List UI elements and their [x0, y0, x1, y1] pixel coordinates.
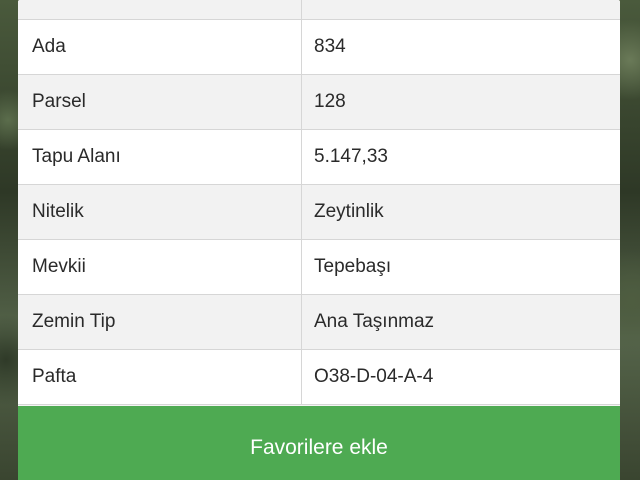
- table-row: Zemin Tip Ana Taşınmaz: [18, 295, 620, 350]
- table-row: Tapu Alanı 5.147,33: [18, 130, 620, 185]
- row-label: Tapu Alanı: [18, 130, 302, 184]
- row-label: Mahalle No: [18, 0, 302, 19]
- parcel-details-table: Mahalle No 205524 Ada 834 Parsel 128 Tap…: [18, 0, 620, 405]
- row-value: 128: [314, 91, 346, 112]
- table-row: Pafta O38-D-04-A-4: [18, 350, 620, 405]
- parcel-details-sheet: Mahalle No 205524 Ada 834 Parsel 128 Tap…: [18, 0, 620, 480]
- table-row: Mahalle No 205524: [18, 0, 620, 20]
- row-label: Ada: [18, 20, 302, 74]
- row-value: Zeytinlik: [314, 201, 384, 222]
- row-value: Tepebaşı: [314, 256, 392, 277]
- row-value: Ana Taşınmaz: [314, 311, 435, 332]
- row-label: Parsel: [18, 75, 302, 129]
- row-value: 834: [314, 36, 346, 57]
- table-row: Nitelik Zeytinlik: [18, 185, 620, 240]
- row-label: Pafta: [18, 350, 302, 404]
- row-label: Nitelik: [18, 185, 302, 239]
- row-value: O38-D-04-A-4: [314, 366, 434, 387]
- add-to-favorites-label: Favorilere ekle: [250, 436, 388, 459]
- add-to-favorites-button[interactable]: Favorilere ekle: [18, 406, 620, 480]
- row-value: 5.147,33: [314, 146, 388, 167]
- row-value: 205524: [302, 0, 620, 19]
- row-label: Mevkii: [18, 240, 302, 294]
- row-label: Zemin Tip: [18, 295, 302, 349]
- table-row: Parsel 128: [18, 75, 620, 130]
- table-row: Ada 834: [18, 20, 620, 75]
- table-row: Mevkii Tepebaşı: [18, 240, 620, 295]
